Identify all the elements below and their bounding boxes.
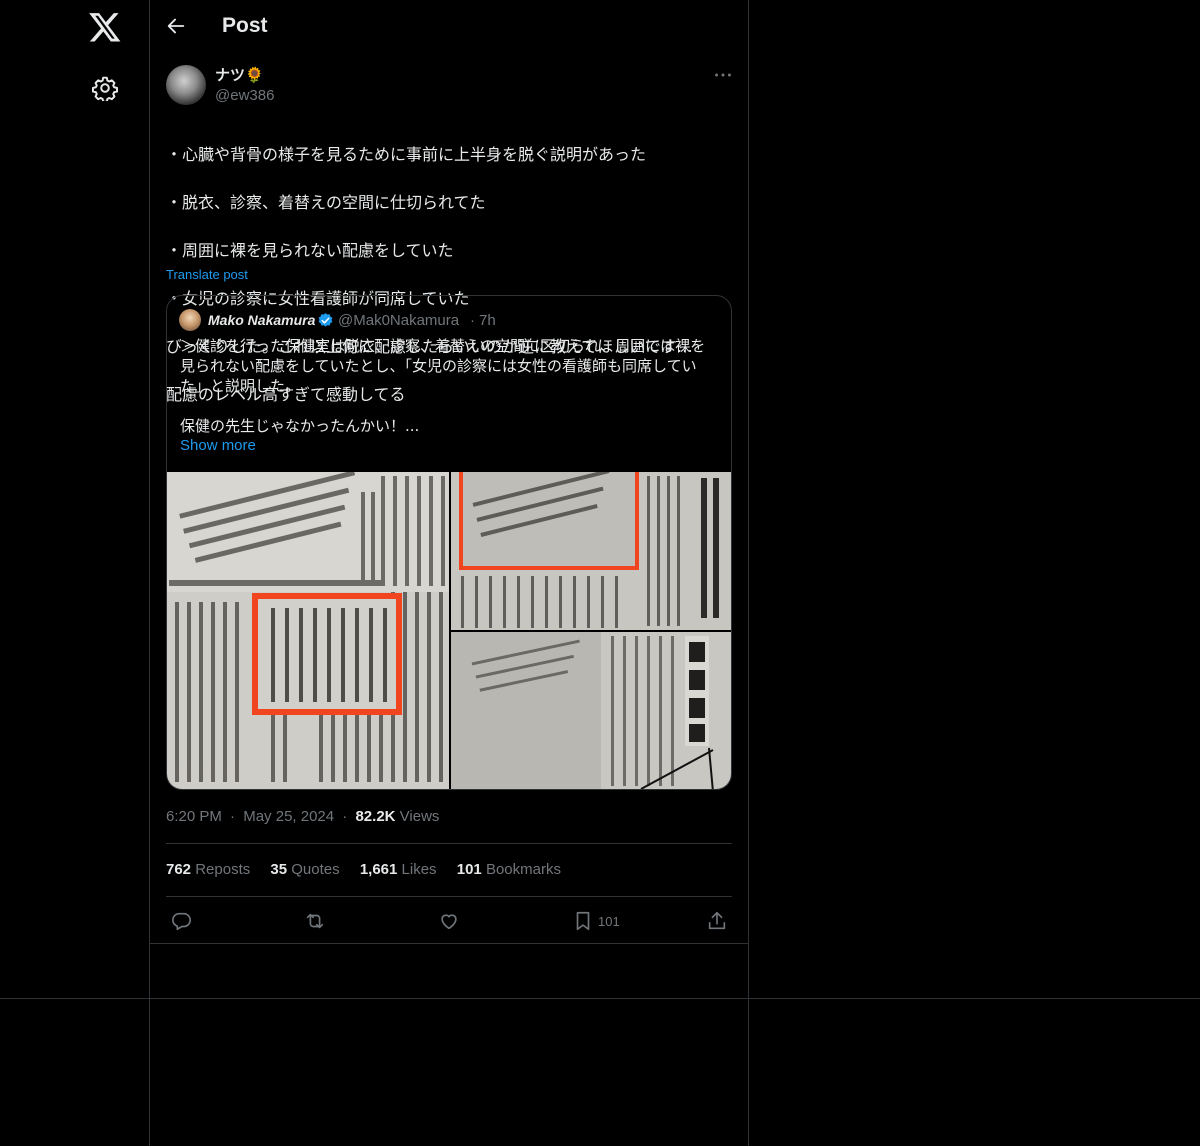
quote-author-name: Mako Nakamura — [208, 312, 316, 328]
meta-separator: · — [342, 808, 348, 825]
translate-link[interactable]: Translate post — [166, 267, 248, 282]
quoted-post[interactable]: Mako Nakamura @Mak0Nakamura · 7h ＞健診を行った… — [166, 295, 732, 790]
post-date[interactable]: May 25, 2024 — [243, 808, 334, 825]
bookmark-count: 101 — [598, 914, 620, 929]
post-stats: 762 Reposts 35 Quotes 1,661 Likes 101 Bo… — [166, 861, 577, 878]
quote-avatar — [179, 309, 201, 331]
newspaper-image — [167, 472, 449, 789]
divider-right — [748, 0, 749, 1146]
quote-author-handle: @Mak0Nakamura — [338, 312, 460, 329]
quote-image-2[interactable] — [451, 472, 731, 630]
share-icon[interactable] — [706, 910, 728, 932]
avatar[interactable] — [166, 65, 206, 105]
repost-icon[interactable] — [304, 910, 326, 932]
divider-left — [149, 0, 150, 1146]
bookmarks-label: Bookmarks — [485, 861, 561, 878]
quote-separator: · — [470, 312, 475, 329]
divider-bottom-post — [150, 943, 748, 944]
more-icon[interactable] — [712, 64, 734, 86]
author-handle[interactable]: @ew386 — [215, 87, 274, 104]
newspaper-image — [451, 632, 731, 789]
bookmarks-count: 101 — [456, 861, 482, 878]
divider-meta — [166, 843, 732, 844]
likes-stat[interactable]: 1,661 Likes — [360, 861, 437, 878]
quotes-label: Quotes — [291, 861, 340, 878]
divider-page — [0, 998, 1200, 999]
post-time[interactable]: 6:20 PM — [166, 808, 222, 825]
author-name[interactable]: ナツ🌻 — [215, 64, 264, 85]
post-meta: 6:20 PM · May 25, 2024 · 82.2K Views — [166, 808, 439, 825]
post-line: ・脱衣、診察、着替えの空間に仕切られてた — [166, 193, 486, 212]
quotes-stat[interactable]: 35 Quotes — [270, 861, 339, 878]
reply-icon[interactable] — [170, 910, 192, 932]
divider-stats — [166, 896, 732, 897]
reposts-count: 762 — [166, 861, 192, 878]
like-icon[interactable] — [438, 910, 460, 932]
post-line: ・周囲に裸を見られない配慮をしていた — [166, 241, 454, 260]
likes-count: 1,661 — [359, 861, 398, 878]
back-arrow-icon[interactable] — [165, 15, 187, 37]
verified-icon — [318, 313, 333, 327]
x-logo-icon[interactable] — [88, 10, 122, 44]
quotes-count: 35 — [270, 861, 288, 878]
show-more-link[interactable]: Show more — [180, 437, 256, 454]
reposts-stat[interactable]: 762 Reposts — [166, 861, 250, 878]
views-label: Views — [399, 808, 440, 825]
post-line: ・心臓や背骨の様子を見るために事前に上半身を脱ぐ説明があった — [166, 145, 647, 164]
views-count: 82.2K — [355, 808, 396, 825]
quote-text: ＞健診を行った保健室は脱衣、診察、着替えの空間に区切られ、周囲には裸を見られない… — [180, 337, 706, 435]
bookmark-icon[interactable] — [572, 910, 594, 932]
quote-image-3[interactable] — [451, 632, 731, 789]
reposts-label: Reposts — [195, 861, 251, 878]
likes-label: Likes — [401, 861, 437, 878]
bookmarks-stat[interactable]: 101 Bookmarks — [457, 861, 561, 878]
page-title: Post — [222, 14, 268, 37]
quote-timestamp: 7h — [479, 312, 496, 329]
gear-icon[interactable] — [92, 75, 118, 101]
quote-image-1[interactable] — [167, 472, 449, 789]
meta-separator: · — [230, 808, 236, 825]
newspaper-image — [451, 472, 731, 630]
